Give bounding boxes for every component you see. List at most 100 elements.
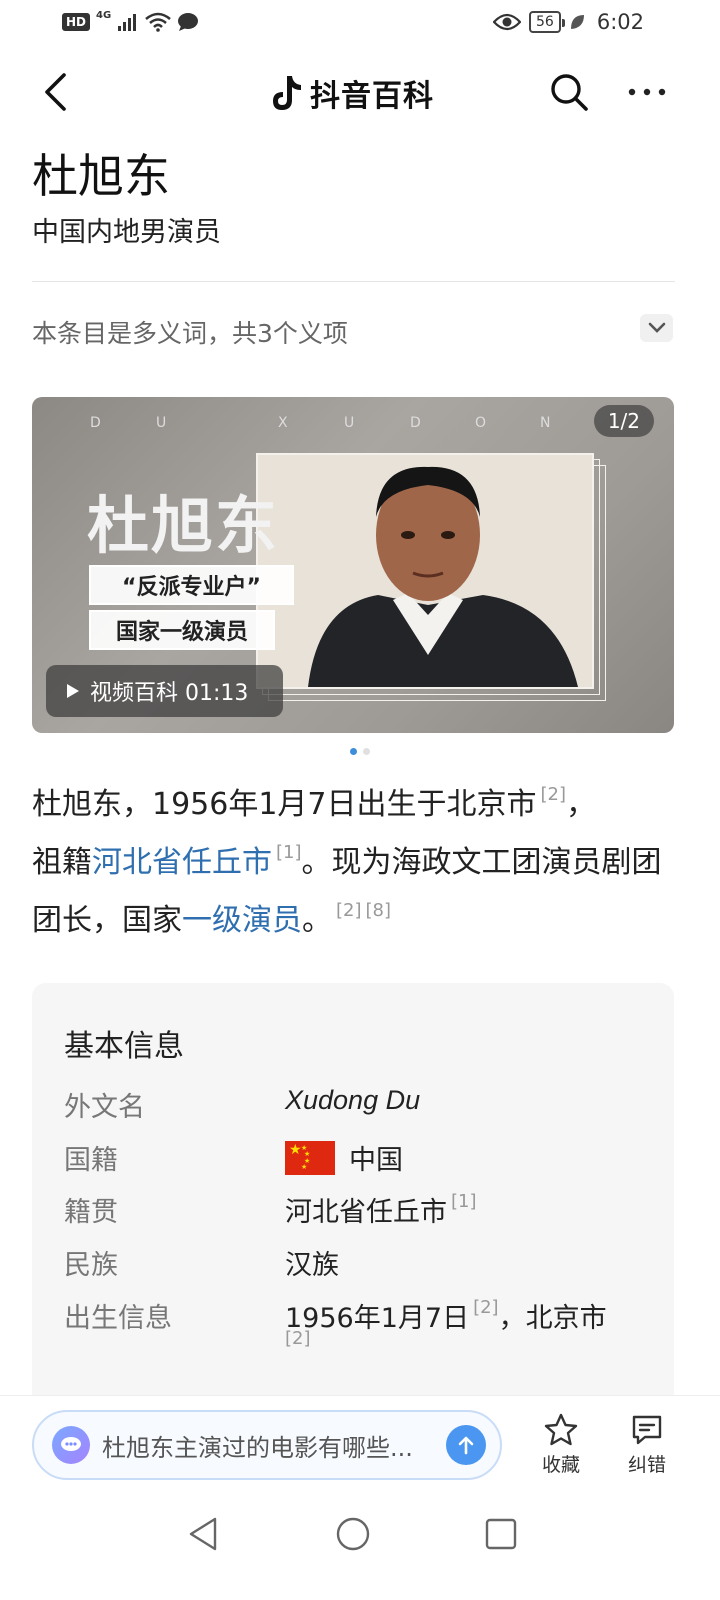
nav-recents-button[interactable] — [476, 1509, 526, 1559]
intro-text: 杜旭东，1956年1月7日出生于北京市 — [32, 787, 537, 822]
info-value: 中国 — [349, 1145, 403, 1176]
network-type: 4G — [96, 10, 112, 21]
portrait-image — [258, 455, 592, 687]
hero-letter: X — [278, 415, 290, 431]
bottom-action-bar: 杜旭东主演过的电影有哪些... 收藏 纠错 — [0, 1395, 720, 1495]
triangle-back-icon — [189, 1517, 217, 1551]
info-value-wrap: ★ ★ ★ ★ ★ 中国 — [285, 1138, 403, 1177]
info-value: Xudong Du — [285, 1085, 421, 1115]
info-box-title: 基本信息 — [64, 1029, 184, 1064]
page-title: 杜旭东 — [32, 149, 170, 203]
hero-media-card[interactable]: D U X U D O N 1/2 杜旭东 “反派专业户” 国家一级演员 视频百… — [32, 397, 674, 733]
message-icon — [178, 13, 199, 31]
eye-icon — [493, 13, 521, 31]
top-nav: 抖音百科 — [0, 55, 720, 130]
search-icon — [551, 74, 588, 111]
play-icon — [67, 684, 79, 698]
carousel-dots — [0, 748, 720, 755]
system-nav-bar — [0, 1495, 720, 1600]
hero-tag: “反派专业户” — [89, 565, 294, 605]
brand: 抖音百科 — [270, 71, 434, 115]
hero-letter: U — [344, 415, 357, 431]
info-key: 外文名 — [64, 1092, 145, 1123]
info-key: 籍贯 — [64, 1197, 118, 1228]
info-value: 汉族 — [285, 1250, 339, 1281]
polysemy-expand-button[interactable] — [640, 314, 673, 342]
arrow-up-icon — [458, 1436, 474, 1455]
intro-text: 。 — [302, 903, 332, 938]
info-value: 河北省任丘市 — [285, 1197, 447, 1228]
polysemy-note[interactable]: 本条目是多义词，共3个义项 — [32, 314, 348, 350]
hero-letter: U — [156, 415, 169, 431]
video-encyclopedia-button[interactable]: 视频百科 01:13 — [46, 665, 283, 717]
status-bar: HD 4G 56 6:02 — [0, 0, 720, 50]
china-flag-icon: ★ ★ ★ ★ ★ — [285, 1141, 335, 1175]
carousel-dot-active — [350, 748, 357, 755]
circle-home-icon — [336, 1517, 370, 1551]
star-icon — [544, 1413, 578, 1446]
nav-home-button[interactable] — [328, 1509, 378, 1559]
carousel-dot — [363, 748, 370, 755]
hero-letter: N — [540, 415, 553, 431]
hero-letter: D — [410, 415, 423, 431]
info-value-wrap: 河北省任丘市 [1] — [285, 1190, 477, 1229]
info-key: 国籍 — [64, 1145, 118, 1176]
wifi-icon — [145, 12, 171, 32]
intro-text: ， — [566, 787, 597, 822]
citation[interactable]: [1] — [276, 842, 302, 863]
citation[interactable]: [8] — [366, 900, 392, 921]
more-button[interactable] — [622, 67, 672, 117]
info-value-wrap: 1956年1月7日 [2]，北京市 — [285, 1296, 607, 1335]
send-button[interactable] — [446, 1425, 486, 1465]
signal-icon — [118, 14, 137, 31]
intro-text: 祖籍 — [32, 845, 92, 880]
more-icon — [628, 88, 666, 96]
citation[interactable]: [2] — [541, 784, 567, 805]
video-label: 视频百科 01:13 — [90, 681, 249, 706]
brand-name: 抖音百科 — [310, 79, 434, 114]
chevron-down-icon — [648, 322, 665, 333]
citation[interactable]: [2] — [336, 900, 362, 921]
info-value: ，北京市 — [498, 1303, 607, 1334]
info-value-wrap: [2] — [285, 1330, 311, 1365]
back-button[interactable] — [30, 67, 80, 117]
link-first-class-actor[interactable]: 一级演员 — [182, 903, 302, 938]
douyin-logo-icon — [273, 76, 301, 110]
nav-back-button[interactable] — [178, 1509, 228, 1559]
status-right: 56 6:02 — [493, 10, 644, 34]
ai-ask-placeholder: 杜旭东主演过的电影有哪些... — [102, 1433, 413, 1462]
collect-button[interactable]: 收藏 — [526, 1410, 596, 1477]
hd-icon: HD — [62, 13, 91, 31]
basic-info-box: 基本信息 外文名 Xudong Du 国籍 ★ ★ ★ ★ ★ 中国 籍贯 河北省任丘市[… — [32, 983, 674, 1423]
hero-page-counter: 1/2 — [593, 405, 654, 437]
divider — [32, 281, 675, 282]
portrait-photo — [256, 453, 594, 689]
correct-button[interactable]: 纠错 — [612, 1410, 682, 1477]
battery-icon: 56 — [529, 11, 565, 33]
clock: 6:02 — [596, 10, 644, 34]
page-subtitle: 中国内地男演员 — [32, 217, 221, 248]
search-button[interactable] — [544, 67, 594, 117]
citation[interactable]: [2] — [285, 1328, 311, 1349]
leaf-icon — [570, 15, 584, 29]
link-hometown[interactable]: 河北省任丘市 — [92, 845, 272, 880]
hero-tag: 国家一级演员 — [89, 610, 275, 650]
square-recents-icon — [485, 1518, 517, 1550]
back-icon — [45, 73, 66, 111]
feedback-icon — [632, 1415, 662, 1445]
ai-assistant-icon — [52, 1426, 90, 1464]
info-key: 出生信息 — [64, 1303, 172, 1334]
hero-letter: D — [90, 415, 103, 431]
collect-label: 收藏 — [541, 1454, 580, 1476]
citation[interactable]: [2] — [473, 1297, 499, 1318]
info-key: 民族 — [64, 1250, 118, 1281]
hero-letters: D U X U D O N — [32, 415, 674, 435]
hero-name-overlay: 杜旭东 — [87, 489, 280, 562]
info-value: 1956年1月7日 — [285, 1303, 470, 1334]
hero-letter: O — [475, 415, 489, 431]
correct-label: 纠错 — [627, 1454, 666, 1476]
intro-paragraph: 杜旭东，1956年1月7日出生于北京市 [2]， 祖籍河北省任丘市 [1]。现为海政… — [32, 776, 682, 950]
ai-ask-input[interactable]: 杜旭东主演过的电影有哪些... — [32, 1410, 502, 1480]
citation[interactable]: [1] — [451, 1191, 477, 1212]
status-left: HD 4G — [62, 10, 199, 32]
